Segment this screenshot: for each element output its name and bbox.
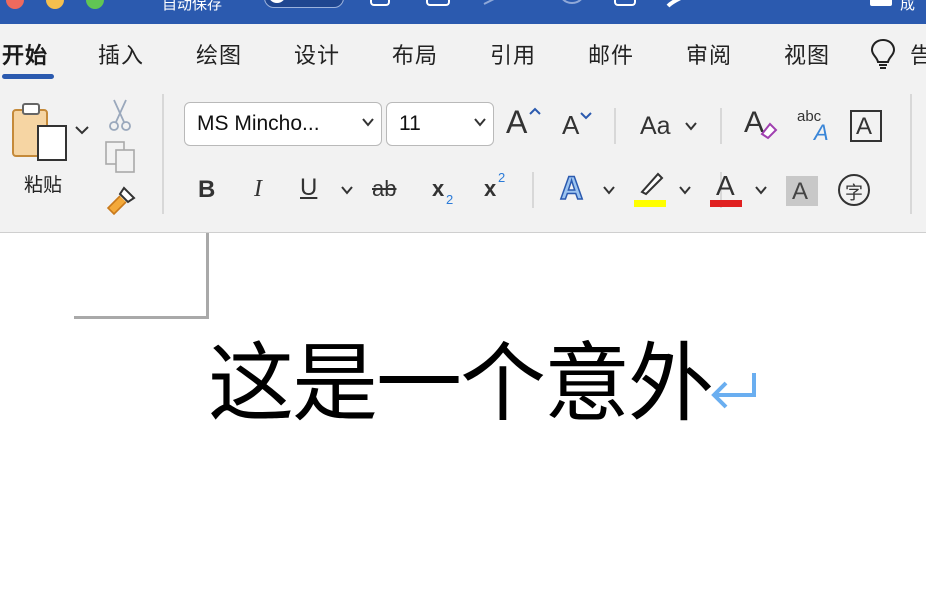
save-icon[interactable] [426, 0, 450, 6]
redo-icon[interactable] [556, 0, 588, 8]
cut-icon[interactable] [108, 98, 132, 132]
char-border-glyph: A [856, 113, 873, 140]
autosave-label: 自动保存 [162, 0, 223, 13]
tab-insert[interactable]: 插入 [98, 38, 144, 70]
highlighter-pen-icon [640, 172, 664, 196]
tab-references[interactable]: 引用 [490, 38, 536, 70]
minimize-window-button[interactable] [46, 0, 64, 9]
copy-icon[interactable] [104, 140, 138, 174]
font-color-chevron-icon[interactable] [754, 184, 768, 196]
char-shading-glyph: A [792, 178, 809, 205]
undo-icon[interactable] [482, 0, 502, 6]
character-shading-button[interactable]: A [786, 176, 818, 206]
font-color-button[interactable]: A [710, 170, 744, 208]
font-color-glyph: A [716, 170, 735, 201]
superscript-button[interactable]: x 2 [484, 170, 512, 208]
paste-icon[interactable] [10, 100, 70, 162]
tab-view[interactable]: 视图 [784, 38, 830, 70]
highlight-chevron-icon[interactable] [678, 184, 692, 196]
pilcrow-return-icon [711, 373, 756, 409]
text-effects-chevron-icon[interactable] [602, 184, 616, 196]
home-icon[interactable] [370, 0, 390, 6]
grow-font-button[interactable]: A [506, 104, 542, 144]
subscript-button[interactable]: x 2 [432, 176, 460, 208]
chevron-down-icon [685, 122, 697, 131]
ribbon-tabs: 开始 插入 绘图 设计 布局 引用 邮件 审阅 视图 告 [0, 24, 926, 82]
chevron-down-icon [362, 118, 374, 127]
underline-options-chevron-icon[interactable] [340, 184, 354, 196]
autosave-toggle[interactable] [264, 0, 344, 8]
paste-options-chevron-icon[interactable] [74, 124, 90, 136]
tab-design[interactable]: 设计 [294, 38, 340, 70]
close-window-button[interactable] [6, 0, 24, 9]
superscript-base: x [484, 176, 497, 201]
caret-down-icon [580, 112, 592, 120]
bold-button[interactable]: B [198, 176, 215, 204]
group-separator [162, 94, 164, 214]
shrink-font-button[interactable]: A [562, 110, 594, 144]
document-page[interactable]: 这是一个意外 [0, 233, 926, 610]
clear-formatting-button[interactable]: A [744, 104, 782, 144]
tab-draw[interactable]: 绘图 [196, 38, 242, 70]
phonetic-guide-button[interactable]: abc A [796, 102, 836, 146]
font-color-bar [710, 200, 742, 207]
enclose-char-glyph: 字 [845, 183, 863, 203]
highlight-color-button[interactable] [632, 170, 668, 208]
tab-review[interactable]: 审阅 [686, 38, 732, 70]
group-separator [720, 108, 722, 144]
grow-font-glyph: A [506, 104, 528, 140]
print-icon[interactable] [614, 0, 636, 6]
change-case-button[interactable]: Aa [640, 110, 700, 144]
superscript-mark: 2 [498, 170, 506, 185]
group-separator [614, 108, 616, 144]
zoom-window-button[interactable] [86, 0, 104, 9]
eraser-icon [760, 122, 778, 140]
change-case-glyph: Aa [640, 112, 671, 140]
enclose-characters-button[interactable]: 字 [838, 174, 870, 206]
tab-mailings[interactable]: 邮件 [588, 38, 634, 70]
highlight-color-bar [634, 200, 666, 207]
margin-corner-mark [74, 316, 209, 319]
underline-button[interactable]: U [300, 174, 317, 202]
group-separator [910, 94, 912, 214]
ribbon-home: 粘贴 MS Mincho... 11 A A Aa A abc A A B I … [0, 82, 926, 233]
subscript-mark: 2 [446, 192, 454, 207]
document-body-text[interactable]: 这是一个意外 [208, 341, 714, 427]
font-size-dropdown[interactable]: 11 [386, 102, 494, 146]
tab-layout[interactable]: 布局 [392, 38, 438, 70]
caret-up-icon [529, 107, 541, 115]
shrink-font-glyph: A [562, 110, 580, 140]
strikethrough-button[interactable]: ab [372, 176, 396, 202]
tab-tell-me[interactable]: 告 [910, 38, 926, 70]
italic-button[interactable]: I [254, 176, 262, 203]
margin-corner-mark [206, 233, 209, 319]
title-bar: 自动保存 成 [0, 0, 926, 24]
character-border-button[interactable]: A [850, 110, 882, 142]
chevron-down-icon [474, 118, 486, 127]
subscript-base: x [432, 176, 445, 201]
tab-home[interactable]: 开始 [2, 38, 48, 70]
font-size-value: 11 [399, 112, 421, 135]
format-painter-icon[interactable] [104, 184, 138, 218]
paste-label: 粘贴 [24, 174, 63, 196]
toggle-knob [268, 0, 286, 3]
pen-icon[interactable] [664, 0, 692, 8]
phonetic-bottom-glyph: A [814, 120, 829, 145]
text-effects-button[interactable]: A [559, 169, 584, 207]
document-title: 成 [900, 0, 916, 13]
document-icon [870, 0, 892, 6]
lightbulb-icon[interactable] [870, 38, 896, 70]
group-separator [532, 172, 534, 208]
font-name-dropdown[interactable]: MS Mincho... [184, 102, 382, 146]
font-name-value: MS Mincho... [197, 112, 320, 135]
active-tab-indicator [2, 74, 54, 79]
